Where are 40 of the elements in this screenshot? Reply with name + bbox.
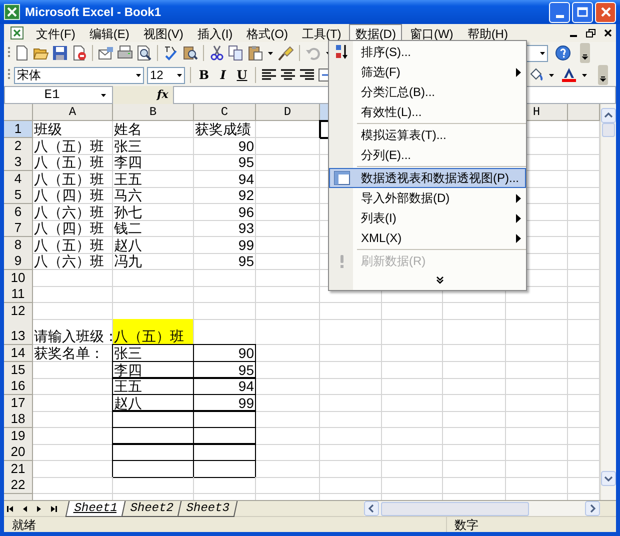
table-cell: 冯九 — [113, 253, 194, 270]
table-cell: 八（五）班 — [33, 170, 113, 188]
table-cell: 王五 — [113, 170, 194, 188]
table-cell: 李四 — [112, 360, 194, 378]
table-cell: 95 — [194, 154, 256, 171]
table-cell: 姓名 — [113, 121, 194, 138]
table-cell: 赵八 — [112, 394, 194, 412]
table-cell: 班级 — [33, 121, 113, 138]
table-cell: 95 — [193, 360, 256, 378]
table-cell: 八（五）班 — [33, 138, 113, 154]
table-cell: 王五 — [112, 377, 194, 395]
window-title: Microsoft Excel - Book1 — [25, 4, 162, 21]
table-cell: 99 — [194, 236, 256, 254]
table-cell: 92 — [194, 187, 256, 204]
table-cell: 八（四）班 — [33, 220, 113, 237]
status-text: 就绪 — [11, 516, 37, 532]
table-cell: 八（五）班 — [113, 319, 194, 345]
table-cell: 96 — [194, 204, 256, 220]
table-cell: 李四 — [113, 154, 194, 171]
table-cell: 94 — [193, 377, 256, 395]
table-cell: 八（五）班 — [33, 154, 113, 171]
table-cell: 94 — [194, 170, 256, 188]
table-cell: 93 — [194, 220, 256, 237]
table-cell: 马六 — [113, 187, 194, 204]
table-cell: 获奖成绩 — [194, 121, 256, 138]
table-cell: 八（五）班 — [33, 236, 113, 254]
table-cell: 获奖名单： — [33, 345, 113, 362]
table-cell: 八（六）班 — [33, 204, 113, 220]
table-cell: 90 — [194, 138, 256, 154]
table-cell: 张三 — [113, 138, 194, 154]
table-cell: 张三 — [112, 344, 194, 362]
table-cell: 八（六）班 — [33, 253, 113, 270]
table-cell: 90 — [193, 344, 256, 362]
table-cell: 八（四）班 — [33, 187, 113, 204]
table-cell: 95 — [194, 253, 256, 270]
table-cell: 孙七 — [113, 204, 194, 220]
table-cell: 钱二 — [113, 220, 194, 237]
table-cell: 99 — [193, 394, 256, 412]
status-indicator: 数字 — [446, 516, 486, 532]
table-cell: 赵八 — [113, 236, 194, 254]
